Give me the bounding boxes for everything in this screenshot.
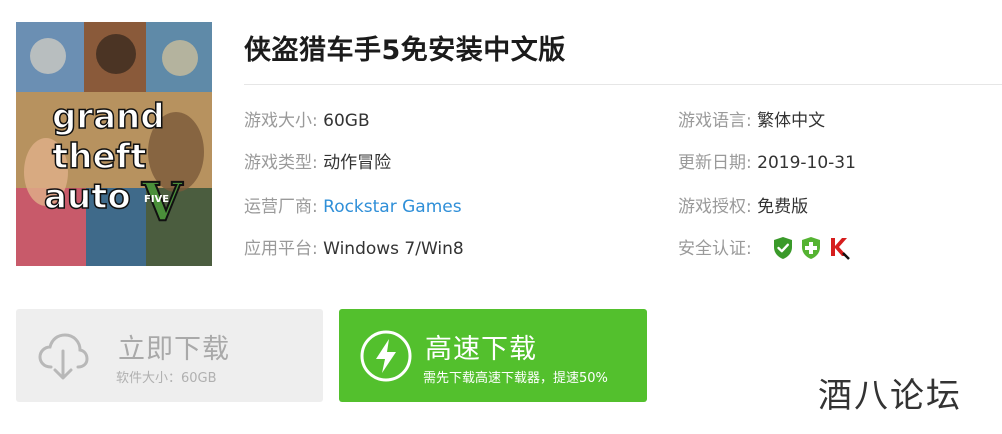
info-platform-value: Windows 7/Win8	[323, 239, 464, 259]
info-type-value: 动作冒险	[323, 153, 392, 173]
publisher-link[interactable]: Rockstar Games	[323, 197, 461, 217]
cover-logo-badge: FIVE	[144, 194, 169, 205]
info-update-row: 更新日期: 2019-10-31	[678, 152, 856, 174]
info-license-label: 游戏授权:	[678, 197, 752, 217]
fast-download-label: 高速下载	[425, 334, 537, 365]
info-platform-label: 应用平台:	[244, 239, 318, 259]
fast-download-button[interactable]: 高速下载 需先下载高速下载器，提速50%	[339, 309, 647, 402]
kaspersky-k-icon	[828, 236, 850, 260]
download-button-label: 立即下载	[118, 334, 230, 365]
info-type-label: 游戏类型:	[244, 153, 318, 173]
info-size-row: 游戏大小: 60GB	[244, 110, 370, 132]
download-button[interactable]: 立即下载 软件大小：60GB	[16, 309, 323, 402]
security-badges	[772, 236, 850, 260]
game-cover-image: grand theft auto V FIVE	[16, 22, 212, 266]
site-watermark: 酒八论坛	[818, 376, 962, 416]
cover-logo-line-1: grand	[52, 97, 165, 137]
info-license-value: 免费版	[757, 197, 809, 217]
info-publisher-row: 运营厂商: Rockstar Games	[244, 196, 462, 218]
info-update-label: 更新日期:	[678, 153, 752, 173]
shield-check-icon	[772, 236, 794, 260]
lightning-icon	[359, 329, 413, 383]
info-language-row: 游戏语言: 繁体中文	[678, 110, 825, 132]
info-publisher-label: 运营厂商:	[244, 197, 318, 217]
info-platform-row: 应用平台: Windows 7/Win8	[244, 238, 464, 260]
cloud-download-icon	[36, 329, 90, 383]
cover-logo-line-2: theft	[52, 137, 147, 177]
info-security-label: 安全认证:	[678, 239, 752, 259]
info-size-value: 60GB	[323, 111, 370, 131]
info-license-row: 游戏授权: 免费版	[678, 196, 808, 218]
info-size-label: 游戏大小:	[244, 111, 318, 131]
info-type-row: 游戏类型: 动作冒险	[244, 152, 391, 174]
fast-download-note: 需先下载高速下载器，提速50%	[423, 371, 608, 386]
cover-logo-line-3: auto	[44, 177, 131, 217]
title-divider	[244, 84, 1002, 85]
info-language-label: 游戏语言:	[678, 111, 752, 131]
info-update-value: 2019-10-31	[757, 153, 856, 173]
game-title: 侠盗猎车手5免安装中文版	[244, 35, 566, 66]
shield-plus-icon	[800, 236, 822, 260]
info-security-row: 安全认证:	[678, 238, 752, 260]
info-language-value: 繁体中文	[757, 111, 826, 131]
download-button-size: 软件大小：60GB	[116, 371, 217, 386]
